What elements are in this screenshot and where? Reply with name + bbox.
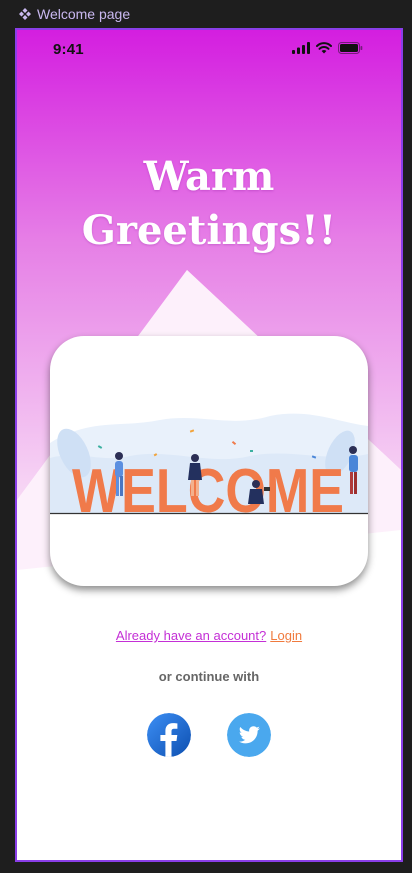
battery-icon <box>338 42 363 54</box>
twitter-icon[interactable] <box>227 713 271 757</box>
frame-label-text: Welcome page <box>37 6 131 22</box>
wifi-icon <box>316 42 332 54</box>
person-figure-1 <box>115 452 123 496</box>
facebook-icon[interactable] <box>147 713 191 757</box>
phone-screen: 9:41 Warm Greetings!! WELCOME Already ha… <box>15 28 403 862</box>
welcome-illustration: WELCOME <box>50 413 368 523</box>
greeting-heading: Warm Greetings!! <box>17 150 401 258</box>
signal-icon <box>292 42 310 54</box>
component-diamond-icon <box>19 8 31 20</box>
continue-with-text: or continue with <box>158 669 260 684</box>
already-have-account-link[interactable]: Already have an account? <box>116 628 266 643</box>
account-line: Already have an account? Login <box>17 628 401 643</box>
welcome-illustration-card: WELCOME <box>50 336 368 586</box>
frame-label: Welcome page <box>18 5 130 23</box>
greeting-line-1: Warm <box>143 153 275 200</box>
login-link[interactable]: Login <box>270 628 302 643</box>
greeting-line-2: Greetings!! <box>81 207 337 254</box>
status-bar: 9:41 <box>17 30 401 66</box>
social-login-row <box>17 713 401 757</box>
status-icons <box>292 42 363 54</box>
status-time: 9:41 <box>53 40 84 58</box>
